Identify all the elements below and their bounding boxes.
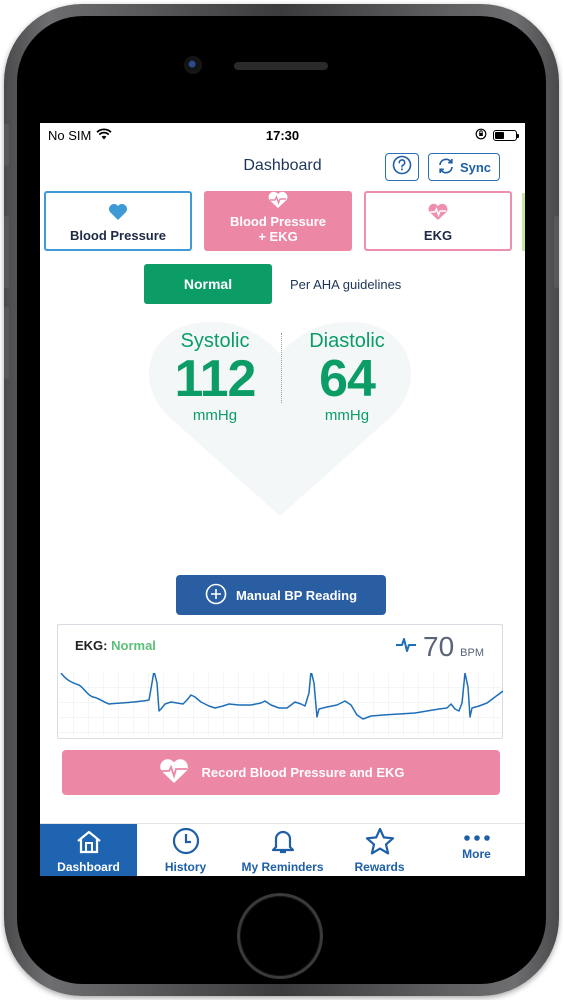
mute-switch — [4, 124, 9, 166]
app-screen: No SIM 17:30 Dashboard Sync Blood Pressu… — [40, 123, 525, 876]
pulse-icon — [395, 636, 417, 659]
refresh-icon — [437, 157, 455, 178]
tab-label: Dashboard — [57, 860, 120, 874]
classification-row: Normal Per AHA guidelines — [40, 264, 525, 304]
diastolic-reading: Diastolic 64 mmHg — [282, 330, 412, 424]
ekg-card[interactable]: EKG: Normal 70 BPM — [57, 624, 503, 739]
tab-label: Rewards — [354, 860, 405, 874]
bell-icon — [269, 827, 297, 858]
power-button — [554, 216, 559, 288]
mode-label: Blood Pressure — [69, 228, 167, 243]
systolic-unit: mmHg — [192, 407, 238, 424]
mode-label: EKG — [423, 228, 453, 243]
wifi-icon — [96, 127, 112, 143]
heart-rate-readout: 70 BPM — [395, 631, 484, 663]
heart-rate-value: 70 — [423, 631, 455, 662]
heart-pulse-icon — [158, 758, 190, 787]
home-button[interactable] — [237, 893, 323, 979]
ekg-status: Normal — [111, 638, 156, 653]
help-button[interactable] — [385, 153, 419, 181]
record-bp-ekg-button[interactable]: Record Blood Pressure and EKG — [62, 750, 500, 795]
mode-label-line1: Blood Pressure — [229, 214, 327, 229]
mode-blood-pressure-ekg[interactable]: Blood Pressure + EKG — [204, 191, 352, 251]
tab-more[interactable]: More — [428, 824, 525, 876]
sync-label: Sync — [459, 159, 492, 175]
measurement-mode-selector: Blood Pressure Blood Pressure + EKG EKG — [40, 185, 525, 251]
mode-ekg[interactable]: EKG — [364, 191, 512, 251]
next-mode-peek — [522, 193, 525, 251]
orientation-lock-icon — [475, 128, 487, 143]
bp-reading-display: Systolic 112 mmHg Diastolic 64 mmHg — [40, 318, 525, 558]
manual-bp-reading-button[interactable]: Manual BP Reading — [176, 575, 386, 615]
mode-blood-pressure[interactable]: Blood Pressure — [44, 191, 192, 251]
manual-bp-label: Manual BP Reading — [235, 587, 358, 603]
record-label: Record Blood Pressure and EKG — [201, 765, 405, 780]
tab-label: My Reminders — [241, 860, 324, 874]
ekg-status-label: EKG: Normal — [75, 638, 156, 653]
diastolic-unit: mmHg — [324, 407, 370, 424]
tab-my-reminders[interactable]: My Reminders — [234, 824, 331, 876]
carrier-label: No SIM — [48, 127, 92, 143]
front-camera — [184, 56, 202, 74]
battery-icon — [493, 129, 519, 141]
sync-button[interactable]: Sync — [428, 153, 500, 181]
systolic-reading: Systolic 112 mmHg — [150, 330, 280, 424]
heart-pulse-icon — [267, 191, 289, 212]
tab-bar: Dashboard History My Reminders Rewards M… — [40, 823, 525, 876]
ekg-waveform — [59, 673, 503, 737]
plus-circle-icon — [205, 583, 227, 608]
ekg-label-prefix: EKG: — [75, 638, 108, 653]
guideline-note: Per AHA guidelines — [290, 276, 402, 292]
heart-icon — [108, 203, 128, 224]
tab-label: History — [164, 860, 207, 874]
nav-bar: Dashboard Sync — [40, 147, 525, 185]
earpiece-speaker — [234, 62, 328, 70]
mode-label-line2: + EKG — [258, 229, 298, 244]
status-bar: No SIM 17:30 — [40, 123, 525, 147]
page-title: Dashboard — [243, 157, 322, 174]
more-dots-icon — [463, 831, 491, 845]
diastolic-value: 64 — [319, 350, 376, 408]
systolic-value: 112 — [174, 350, 257, 408]
heart-rate-unit: BPM — [460, 647, 484, 659]
home-icon — [75, 829, 103, 858]
clock-icon — [172, 827, 200, 858]
question-circle-icon — [392, 155, 412, 180]
bp-status-badge: Normal — [144, 264, 272, 304]
volume-up-button — [4, 216, 9, 288]
volume-down-button — [4, 307, 9, 379]
tab-rewards[interactable]: Rewards — [331, 824, 428, 876]
tab-dashboard[interactable]: Dashboard — [40, 824, 137, 876]
clock: 17:30 — [265, 127, 300, 143]
heart-pulse-icon — [427, 203, 449, 224]
star-icon — [365, 827, 395, 858]
tab-history[interactable]: History — [137, 824, 234, 876]
tab-label: More — [462, 847, 491, 861]
